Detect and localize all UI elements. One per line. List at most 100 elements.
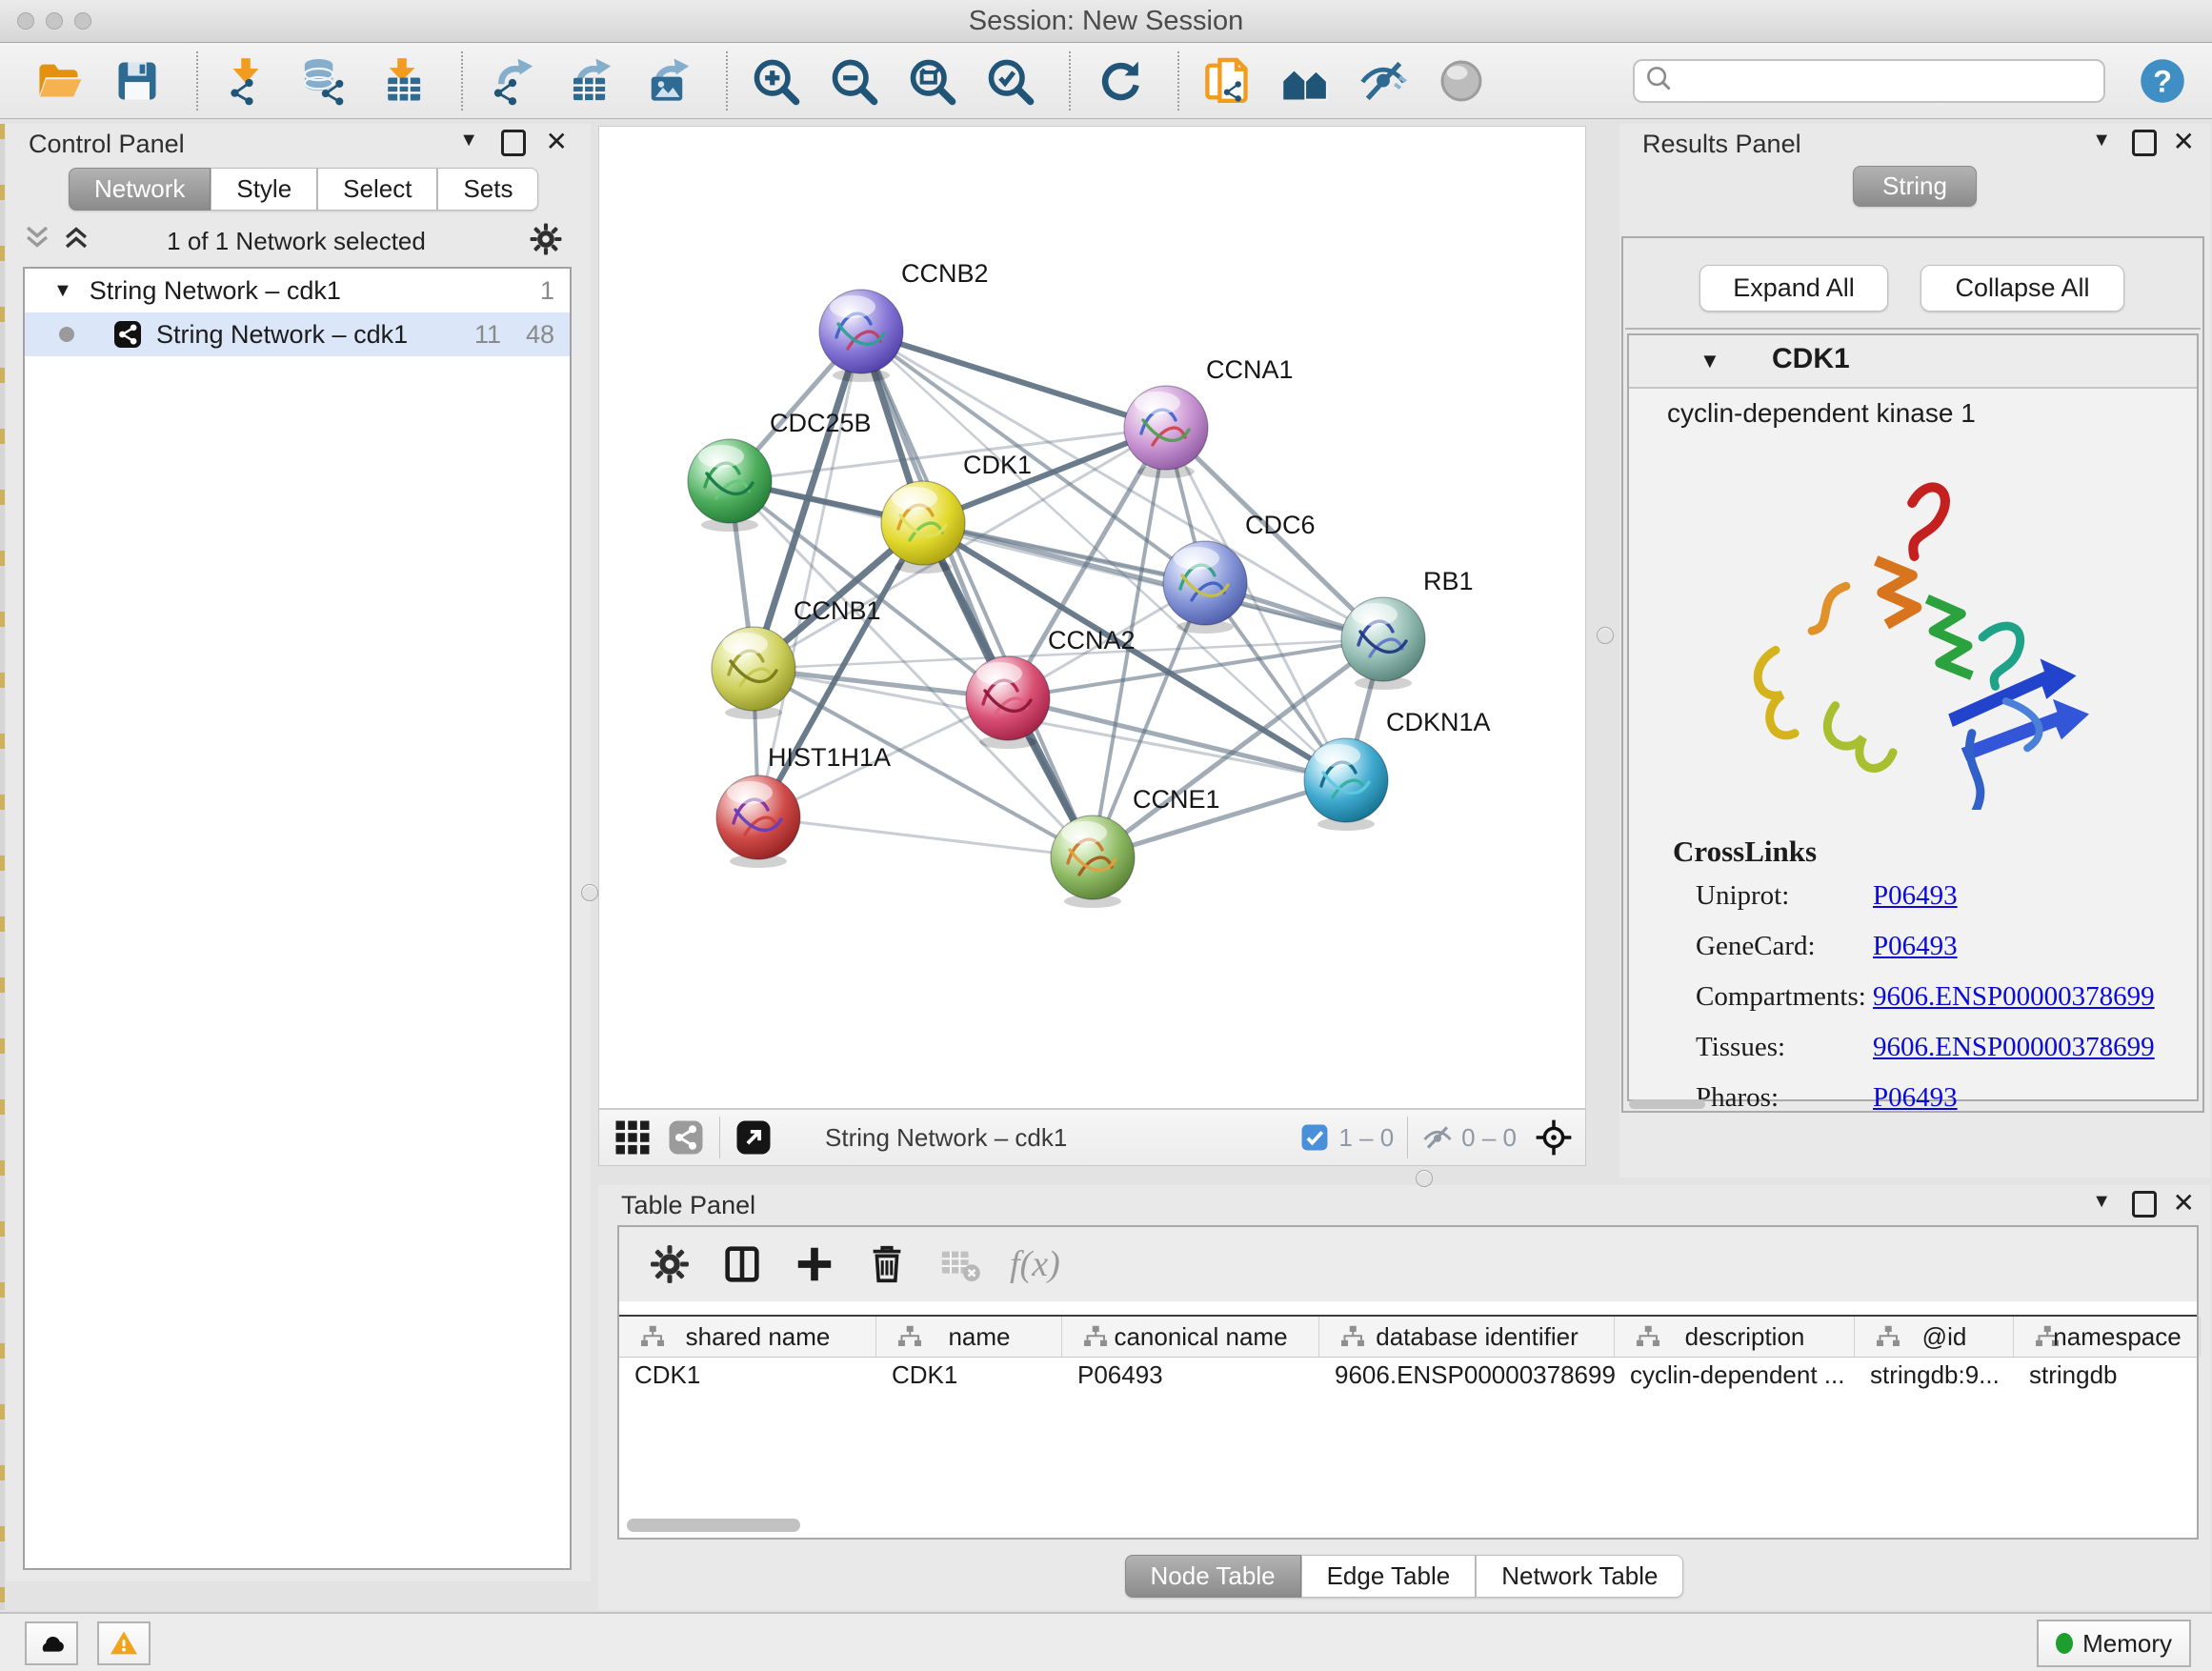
vertical-splitter-handle[interactable] bbox=[581, 884, 598, 901]
collection-expand-icon[interactable]: ▼ bbox=[53, 280, 72, 302]
search-box[interactable] bbox=[1633, 59, 2105, 103]
column-header-id[interactable]: @id bbox=[1855, 1317, 2014, 1357]
gene-section-header[interactable]: ▼ CDK1 bbox=[1629, 335, 2197, 389]
vertical-splitter-handle[interactable] bbox=[1597, 627, 1614, 644]
table-cell[interactable]: P06493 bbox=[1062, 1356, 1319, 1394]
tab-network[interactable]: Network bbox=[69, 168, 211, 211]
refresh-layout-button[interactable] bbox=[1092, 54, 1145, 108]
export-network-button[interactable] bbox=[484, 54, 537, 108]
network-list-toolbar: 1 of 1 Network selected bbox=[21, 219, 572, 265]
table-settings-icon[interactable] bbox=[648, 1242, 692, 1286]
column-header-description[interactable]: description bbox=[1615, 1317, 1855, 1357]
warnings-button[interactable] bbox=[97, 1621, 151, 1665]
table-horizontal-scrollbar[interactable] bbox=[627, 1519, 800, 1532]
results-horizontal-scrollbar[interactable] bbox=[1629, 1099, 1705, 1109]
memory-button[interactable]: Memory bbox=[2037, 1620, 2191, 1667]
float-panel-icon[interactable] bbox=[2132, 1191, 2157, 1224]
save-session-button[interactable] bbox=[111, 54, 164, 108]
column-header-shared-name[interactable]: shared name bbox=[619, 1317, 876, 1357]
tab-sets[interactable]: Sets bbox=[437, 168, 538, 211]
table-row[interactable]: CDK1CDK1P064939606.ENSP00000378699cyclin… bbox=[619, 1356, 2197, 1394]
network-node-CCNA1[interactable]: CCNA1 bbox=[1124, 355, 1294, 478]
column-header-database-identifier[interactable]: database identifier bbox=[1319, 1317, 1615, 1357]
toolbar-separator bbox=[726, 51, 728, 111]
crosshair-icon[interactable] bbox=[1534, 1117, 1574, 1158]
network-options-gear-icon[interactable] bbox=[528, 221, 564, 257]
main-toolbar: ? bbox=[0, 43, 2212, 119]
close-panel-icon[interactable]: ✕ bbox=[546, 126, 568, 157]
import-table-button[interactable] bbox=[375, 54, 429, 108]
column-header-canonical-name[interactable]: canonical name bbox=[1062, 1317, 1319, 1357]
detach-view-icon[interactable] bbox=[734, 1117, 774, 1158]
panel-menu-icon[interactable]: ▼ bbox=[2092, 130, 2111, 151]
crosslink-link[interactable]: P06493 bbox=[1873, 1082, 1958, 1114]
crosslink-link[interactable]: 9606.ENSP00000378699 bbox=[1873, 981, 2155, 1013]
crosslink-link[interactable]: P06493 bbox=[1873, 880, 1958, 912]
crosslink-link[interactable]: 9606.ENSP00000378699 bbox=[1873, 1032, 2155, 1063]
network-canvas[interactable]: CCNB2CCNA1CDC25BCDK1CDC6RB1CCNB1CCNA2CDK… bbox=[598, 126, 1586, 1109]
column-header-name[interactable]: name bbox=[876, 1317, 1062, 1357]
table-cell[interactable]: stringdb bbox=[2014, 1356, 2201, 1394]
tab-style[interactable]: Style bbox=[211, 168, 317, 211]
birdseye-view-icon[interactable] bbox=[613, 1117, 653, 1158]
network-edge-CDK1-RB1[interactable] bbox=[923, 523, 1383, 639]
network-edge-CCNB2-CCNA1[interactable] bbox=[861, 332, 1166, 428]
hidden-eye-icon[interactable] bbox=[1421, 1121, 1454, 1154]
zoom-in-button[interactable] bbox=[749, 54, 802, 108]
first-neighbors-button[interactable] bbox=[1278, 54, 1332, 108]
tab-network-table[interactable]: Network Table bbox=[1476, 1555, 1683, 1598]
panel-menu-icon[interactable]: ▼ bbox=[459, 130, 478, 151]
network-collection-row[interactable]: ▼ String Network – cdk1 1 bbox=[25, 269, 570, 312]
network-graph[interactable]: CCNB2CCNA1CDC25BCDK1CDC6RB1CCNB1CCNA2CDK… bbox=[599, 127, 1585, 1108]
network-node-CDC25B[interactable]: CDC25B bbox=[688, 409, 872, 532]
network-edge-HIST1H1A-CCNE1[interactable] bbox=[758, 817, 1093, 857]
tab-edge-table[interactable]: Edge Table bbox=[1301, 1555, 1477, 1598]
network-row-selected[interactable]: String Network – cdk1 11 48 bbox=[25, 312, 570, 356]
tab-string[interactable]: String bbox=[1853, 166, 1977, 207]
table-cell[interactable]: cyclin-dependent ... bbox=[1615, 1356, 1855, 1394]
hide-selected-button[interactable] bbox=[1357, 54, 1410, 108]
network-node-RB1[interactable]: RB1 bbox=[1341, 567, 1474, 690]
float-panel-icon[interactable] bbox=[501, 130, 526, 163]
cloud-button[interactable] bbox=[25, 1621, 78, 1665]
panel-menu-icon[interactable]: ▼ bbox=[2092, 1191, 2111, 1213]
zoom-selected-button[interactable] bbox=[983, 54, 1036, 108]
split-columns-icon[interactable] bbox=[720, 1242, 764, 1286]
network-node-CCNA2[interactable]: CCNA2 bbox=[966, 626, 1136, 749]
function-builder-icon[interactable]: f(x) bbox=[1010, 1243, 1060, 1285]
show-all-button[interactable] bbox=[1435, 54, 1488, 108]
clone-network-button[interactable] bbox=[1200, 54, 1254, 108]
selected-checkbox-icon[interactable] bbox=[1298, 1121, 1331, 1154]
network-node-CCNB1[interactable]: CCNB1 bbox=[712, 596, 881, 719]
delete-column-icon[interactable] bbox=[865, 1242, 909, 1286]
table-cell[interactable]: 9606.ENSP00000378699 bbox=[1319, 1356, 1615, 1394]
close-panel-icon[interactable]: ✕ bbox=[2173, 126, 2195, 157]
network-overview-share-icon[interactable] bbox=[666, 1117, 706, 1158]
import-network-button[interactable] bbox=[219, 54, 272, 108]
export-table-button[interactable] bbox=[562, 54, 615, 108]
tab-node-table[interactable]: Node Table bbox=[1125, 1555, 1301, 1598]
zoom-fit-button[interactable] bbox=[905, 54, 958, 108]
add-column-icon[interactable] bbox=[793, 1242, 836, 1286]
network-edge-CCNB2-CCNE1[interactable] bbox=[861, 332, 1093, 857]
horizontal-splitter-handle[interactable] bbox=[1416, 1170, 1433, 1187]
expand-all-button[interactable]: Expand All bbox=[1699, 265, 1888, 312]
crosslink-link[interactable]: P06493 bbox=[1873, 931, 1958, 962]
import-network-database-button[interactable] bbox=[297, 54, 351, 108]
export-image-button[interactable] bbox=[640, 54, 694, 108]
zoom-out-button[interactable] bbox=[827, 54, 880, 108]
collapse-all-button[interactable]: Collapse All bbox=[1920, 265, 2124, 312]
search-input[interactable] bbox=[1673, 65, 2103, 96]
table-cell[interactable]: CDK1 bbox=[876, 1356, 1062, 1394]
column-header-namespace[interactable]: namespace bbox=[2014, 1317, 2201, 1357]
tab-select[interactable]: Select bbox=[317, 168, 437, 211]
float-panel-icon[interactable] bbox=[2132, 130, 2157, 163]
close-panel-icon[interactable]: ✕ bbox=[2173, 1187, 2195, 1218]
network-node-CDKN1A[interactable]: CDKN1A bbox=[1304, 708, 1491, 831]
open-session-button[interactable] bbox=[32, 54, 86, 108]
help-button[interactable]: ? bbox=[2138, 56, 2187, 106]
table-cell[interactable]: stringdb:9... bbox=[1855, 1356, 2014, 1394]
table-cell[interactable]: CDK1 bbox=[619, 1356, 876, 1394]
gene-collapse-icon[interactable]: ▼ bbox=[1699, 349, 1720, 373]
network-node-HIST1H1A[interactable]: HIST1H1A bbox=[716, 743, 891, 868]
